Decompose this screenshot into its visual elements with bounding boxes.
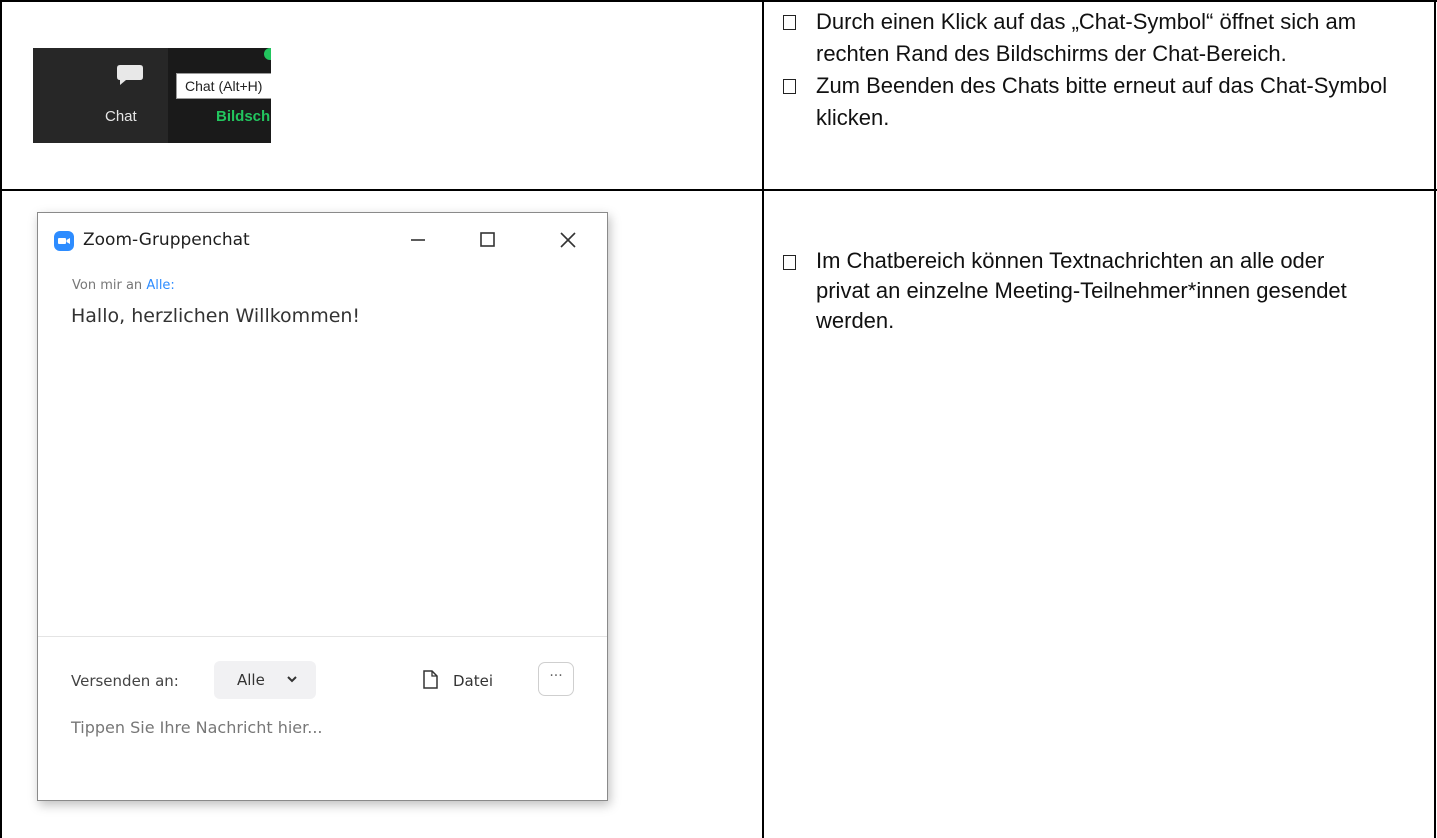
zoom-camera-icon bbox=[58, 238, 70, 244]
table-border-middle-row bbox=[0, 189, 1437, 191]
instruction-table: Chat Bildschirm Chat (Alt+H) Durch einen… bbox=[0, 0, 1437, 838]
file-button[interactable]: Datei bbox=[453, 672, 493, 690]
bullet-box-icon bbox=[783, 255, 796, 270]
share-screen-label[interactable]: Bildschirm bbox=[216, 108, 271, 125]
table-border-right bbox=[1434, 0, 1436, 838]
recipient-value: Alle bbox=[237, 671, 265, 689]
bullet-box-icon bbox=[783, 79, 796, 94]
chat-button-label: Chat bbox=[105, 108, 137, 125]
bullet-item: Im Chatbereich können Textnachrichten an… bbox=[779, 246, 1379, 336]
bullet-text: Im Chatbereich können Textnachrichten an… bbox=[816, 248, 1347, 333]
bullet-item: Durch einen Klick auf das „Chat-Symbol“ … bbox=[779, 6, 1429, 70]
chat-toolbar-button[interactable] bbox=[33, 48, 168, 143]
message-sender: Von mir an bbox=[72, 278, 147, 293]
table-border-left bbox=[0, 0, 2, 838]
minimize-button[interactable] bbox=[403, 225, 433, 255]
table-border-top bbox=[0, 0, 1437, 2]
chat-bubble-icon bbox=[117, 65, 143, 85]
window-title: Zoom-Gruppenchat bbox=[83, 230, 250, 250]
bullet-text: Durch einen Klick auf das „Chat-Symbol“ … bbox=[816, 9, 1357, 66]
chevron-down-icon bbox=[286, 661, 298, 715]
message-meta: Von mir an Alle: bbox=[72, 278, 175, 293]
message-recipient: Alle: bbox=[146, 278, 175, 293]
chat-message: Hallo, herzlichen Willkommen! bbox=[71, 305, 361, 327]
zoom-toolbar-screenshot: Chat Bildschirm Chat (Alt+H) bbox=[33, 48, 271, 143]
close-button[interactable] bbox=[553, 225, 583, 255]
bullet-text: Zum Beenden des Chats bitte erneut auf d… bbox=[816, 73, 1388, 130]
file-icon[interactable] bbox=[423, 670, 438, 689]
more-options-button[interactable]: ··· bbox=[538, 662, 574, 696]
close-icon bbox=[560, 232, 576, 248]
chat-tooltip: Chat (Alt+H) bbox=[176, 73, 271, 99]
zoom-logo-icon bbox=[54, 231, 74, 251]
send-to-label: Versenden an: bbox=[71, 672, 179, 690]
share-screen-indicator bbox=[264, 48, 271, 60]
message-input[interactable]: Tippen Sie Ihre Nachricht hier... bbox=[71, 718, 322, 737]
composer-divider bbox=[38, 636, 607, 637]
zoom-group-chat-window: Zoom-Gruppenchat Von mir an Alle: Hallo,… bbox=[37, 212, 608, 801]
section2-bullets: Im Chatbereich können Textnachrichten an… bbox=[779, 246, 1379, 336]
recipient-select[interactable]: Alle bbox=[214, 661, 316, 699]
maximize-button[interactable] bbox=[472, 225, 502, 255]
section1-bullets: Durch einen Klick auf das „Chat-Symbol“ … bbox=[779, 6, 1429, 134]
bullet-box-icon bbox=[783, 15, 796, 30]
bullet-item: Zum Beenden des Chats bitte erneut auf d… bbox=[779, 70, 1429, 134]
table-border-column bbox=[762, 0, 764, 838]
minimize-icon bbox=[411, 239, 425, 241]
maximize-icon bbox=[480, 232, 495, 247]
